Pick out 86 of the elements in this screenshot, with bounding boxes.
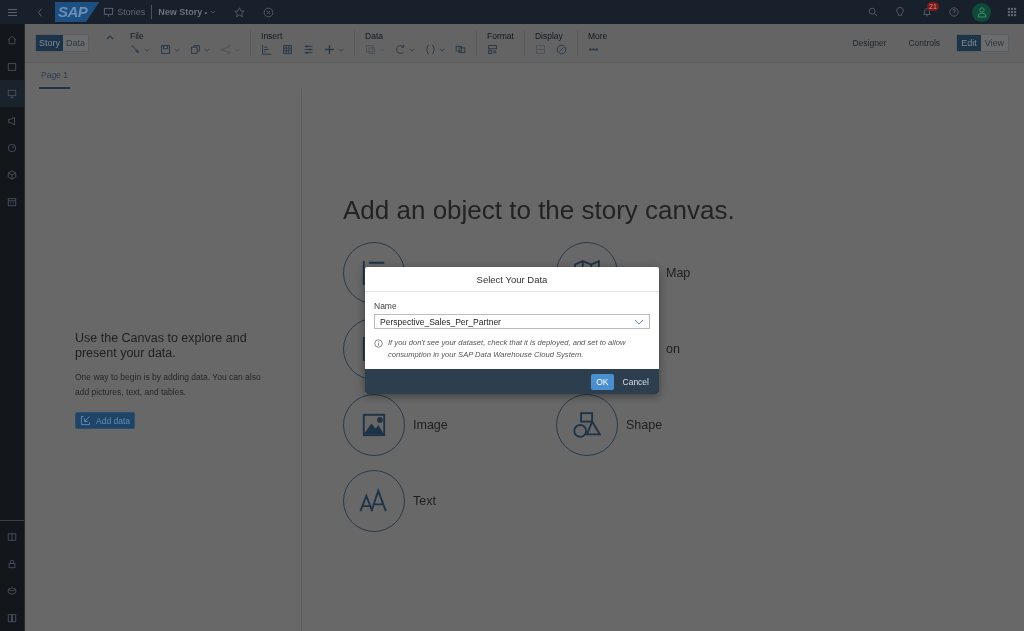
field-label: Name [374, 301, 398, 311]
sliders-icon [303, 44, 315, 55]
refresh-icon [395, 44, 407, 55]
toolbar-button[interactable] [395, 44, 416, 55]
panels-icon[interactable] [7, 612, 17, 623]
wrench-icon [130, 44, 142, 55]
grid-icon [282, 44, 294, 55]
gauge-icon[interactable] [7, 142, 17, 153]
app-title[interactable]: Stories [117, 7, 146, 17]
logo[interactable]: SAP [55, 2, 100, 22]
caret-icon[interactable] [338, 47, 345, 52]
calendar-icon[interactable] [7, 196, 17, 207]
object-label[interactable]: Image [413, 418, 448, 432]
folder-icon[interactable] [7, 61, 17, 72]
help-icon[interactable] [949, 7, 959, 17]
mode-tab[interactable]: Story [36, 35, 63, 51]
bell-icon[interactable] [922, 7, 932, 17]
book-icon[interactable] [7, 531, 17, 542]
group-label: More [587, 31, 608, 41]
presentation-icon [103, 6, 115, 18]
caret-icon[interactable] [439, 47, 446, 52]
nav-item[interactable] [0, 80, 24, 107]
story-title[interactable]: New Story [158, 7, 203, 17]
back-icon[interactable] [37, 7, 43, 17]
dialog-title: Select Your Data [365, 267, 659, 292]
toolbar-button[interactable] [324, 44, 345, 55]
link-icon [455, 44, 467, 55]
toolbar-button[interactable] [455, 44, 467, 55]
view-tab[interactable]: Edit [957, 35, 981, 51]
group-label: File [130, 31, 145, 41]
toolbar-button[interactable] [190, 44, 211, 55]
add-data-button[interactable]: Add data [75, 412, 136, 429]
toolbar-button[interactable] [425, 44, 446, 55]
object-label[interactable]: Map [666, 266, 691, 280]
toolbar-button[interactable] [303, 44, 315, 55]
unsaved-mark: • [204, 7, 208, 17]
home-icon[interactable] [7, 34, 17, 45]
canvas-title: Add an object to the story canvas. [343, 195, 736, 226]
bar-chart-icon [261, 44, 273, 55]
boxes-icon[interactable] [7, 585, 17, 596]
toolbar-button[interactable] [160, 44, 181, 55]
group-label: Insert [261, 31, 284, 41]
star-icon[interactable] [234, 6, 246, 18]
toolbar-button[interactable] [130, 44, 151, 55]
menu-icon[interactable] [7, 7, 18, 17]
caret-icon[interactable] [204, 47, 211, 52]
collapse-icon[interactable] [106, 34, 115, 40]
megaphone-icon[interactable] [7, 115, 17, 126]
app-grid-icon[interactable] [1007, 7, 1017, 17]
lightbulb-icon[interactable] [895, 7, 905, 17]
close-icon[interactable] [263, 6, 275, 18]
layout-icon [487, 44, 499, 55]
mode-tab[interactable]: Data [63, 35, 89, 51]
user-avatar[interactable] [972, 2, 991, 22]
copy-icon [190, 44, 202, 55]
caret-icon[interactable] [210, 10, 217, 14]
group-label: Format [487, 31, 514, 41]
caret-icon[interactable] [144, 47, 151, 52]
group-label: Data [365, 31, 384, 41]
view-tab[interactable]: View [980, 35, 1008, 51]
import-icon [80, 415, 91, 426]
dialog-button[interactable]: Cancel [619, 373, 652, 390]
object-label[interactable]: Shape [626, 418, 663, 432]
dataset-select[interactable]: Perspective_Sales_Per_Partner [374, 314, 650, 329]
lock-icon[interactable] [7, 558, 17, 569]
panel-icon [534, 44, 546, 55]
plus-icon [324, 44, 336, 55]
dialog-button[interactable]: OK [591, 373, 614, 390]
braces-icon [425, 44, 437, 55]
intro-heading: Use the Canvas to explore and present your data. [75, 331, 248, 361]
presentation-icon[interactable] [7, 88, 17, 99]
caret-icon[interactable] [409, 47, 416, 52]
object-label[interactable]: on [666, 342, 680, 356]
cube-icon[interactable] [7, 169, 17, 180]
info-icon [374, 339, 383, 348]
compass-icon [555, 44, 567, 55]
object-label[interactable]: Text [413, 494, 436, 508]
toolbar-button[interactable] [555, 44, 567, 55]
search-icon[interactable] [868, 7, 878, 17]
save-icon [160, 44, 172, 55]
toolbar-button[interactable] [261, 44, 273, 55]
toolbar-button[interactable] [487, 44, 499, 55]
toolbar-button[interactable] [282, 44, 294, 55]
chevron-down-icon[interactable] [634, 318, 644, 325]
caret-icon[interactable] [174, 47, 181, 52]
group-label: Display [534, 31, 564, 41]
